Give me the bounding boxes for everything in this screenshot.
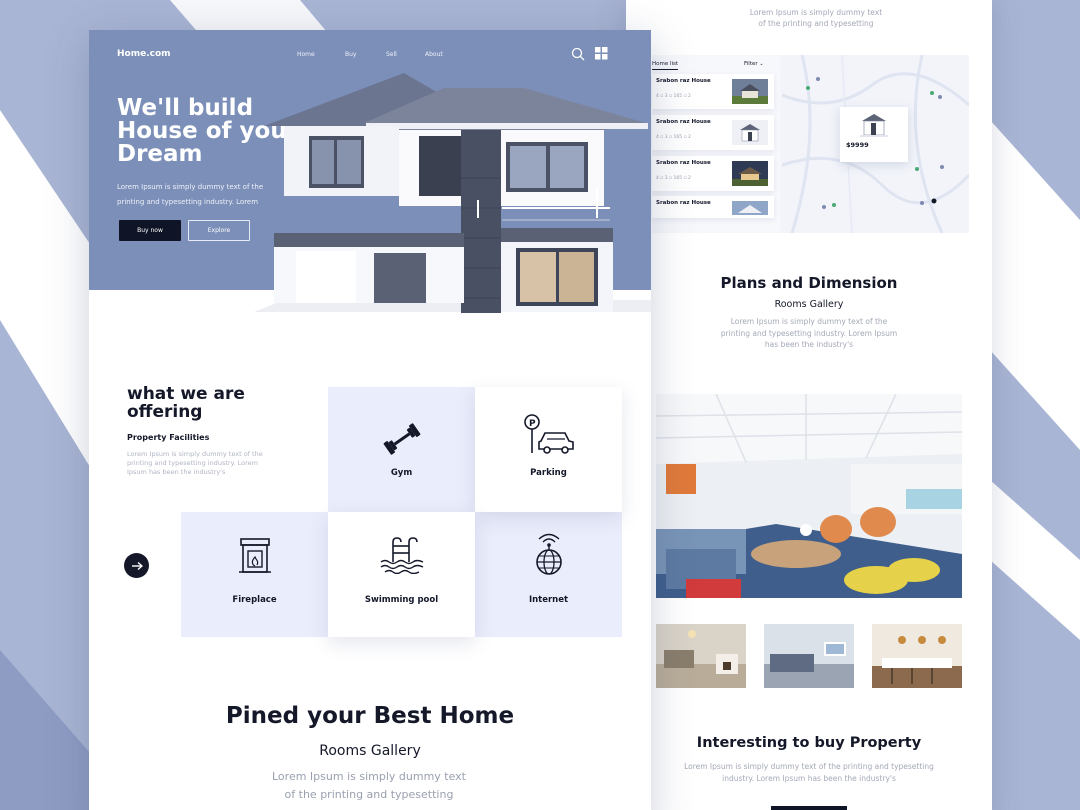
list-item[interactable]: Srabon raz House 4 ▫ 3 ▫ 165 ▫ 2 (652, 74, 774, 109)
nav-sell[interactable]: Sell (386, 51, 397, 58)
offering-title: what we are offering (127, 384, 245, 422)
list-item[interactable]: Srabon raz House (652, 196, 774, 218)
buy-property-button[interactable] (771, 806, 847, 810)
house-thumbnail (860, 114, 888, 137)
brand-logo[interactable]: Home.com (117, 49, 171, 59)
home-list-title: Home list (652, 61, 679, 70)
list-item-name: Srabon raz House (656, 119, 711, 125)
list-item-name: Srabon raz House (656, 200, 711, 206)
buy-section-description: Lorem Ipsum is simply dummy text of the … (684, 762, 934, 783)
facility-label: Internet (528, 595, 569, 605)
filter-label: Filter (744, 61, 758, 67)
map-card: Home list Filter ⌄ Srabon raz House 4 ▫ … (652, 55, 969, 233)
facility-label: Parking (530, 468, 567, 478)
list-item[interactable]: Srabon raz House 4 ▫ 3 ▫ 165 ▫ 2 (652, 156, 774, 191)
parking-car-icon: P (523, 414, 574, 454)
living-room-photo[interactable] (656, 394, 962, 598)
price-label: $9999 (846, 141, 869, 149)
buy-section-title: Interesting to buy Property (696, 735, 922, 751)
house-illustration (254, 73, 651, 313)
list-item-meta: 4 ▫ 3 ▫ 165 ▫ 2 (656, 94, 691, 99)
facility-tile-swimming-pool[interactable]: Swimming pool (328, 512, 475, 637)
left-page: Home.com Home Buy Sell About We'll build… (89, 30, 651, 810)
plans-description: Lorem Ipsum is simply dummy text of the … (720, 317, 898, 349)
facility-label: Fireplace (232, 595, 277, 605)
gallery-thumbnail[interactable] (872, 624, 962, 688)
home-list-panel: Home list Filter ⌄ Srabon raz House 4 ▫ … (652, 55, 780, 233)
nav-about[interactable]: About (425, 51, 443, 58)
list-item-name: Srabon raz House (656, 78, 711, 84)
house-thumbnail (732, 120, 768, 145)
search-icon[interactable] (571, 47, 585, 61)
list-item[interactable]: Srabon raz House 4 ▫ 3 ▫ 165 ▫ 2 (652, 115, 774, 150)
list-item-name: Srabon raz House (656, 160, 711, 166)
grid-menu-icon[interactable] (595, 47, 608, 60)
facility-label: Swimming pool (364, 595, 439, 605)
facility-tile-internet[interactable]: Internet (475, 512, 622, 637)
globe-wifi-icon (535, 533, 562, 575)
chevron-down-icon: ⌄ (759, 61, 764, 67)
offering-description: Lorem Ipsum is simply dummy text of the … (127, 450, 263, 476)
best-home-description: Lorem Ipsum is simply dummy text of the … (272, 770, 466, 801)
svg-text:P: P (529, 419, 536, 429)
best-home-subtitle: Rooms Gallery (319, 743, 421, 759)
plans-title: Plans and Dimension (720, 274, 898, 292)
house-thumbnail (732, 201, 768, 215)
facility-tile-gym[interactable]: Gym (328, 387, 475, 512)
list-item-meta: 4 ▫ 3 ▫ 165 ▫ 2 (656, 135, 691, 140)
map-popup-card[interactable]: $9999 (840, 107, 908, 162)
offering-subtitle: Property Facilities (127, 433, 210, 442)
list-item-meta: 4 ▫ 3 ▫ 165 ▫ 2 (656, 176, 691, 181)
right-page: Lorem Ipsum is simply dummy text of the … (626, 0, 992, 810)
gallery-thumbnail[interactable] (764, 624, 854, 688)
swimming-pool-icon (380, 537, 423, 574)
filter-dropdown[interactable]: Filter ⌄ (744, 61, 764, 67)
next-arrow-button[interactable] (124, 553, 149, 578)
nav-home[interactable]: Home (297, 51, 315, 58)
buy-now-button[interactable]: Buy now (119, 220, 181, 241)
house-thumbnail (732, 79, 768, 104)
explore-button[interactable]: Explore (188, 220, 250, 241)
arrow-right-icon (131, 561, 143, 570)
gallery-thumbnail[interactable] (656, 624, 746, 688)
nav-buy[interactable]: Buy (345, 51, 356, 58)
facility-label: Gym (390, 468, 413, 478)
plans-subtitle: Rooms Gallery (774, 299, 844, 310)
facility-tile-parking[interactable]: P Parking (475, 387, 622, 512)
fireplace-icon (238, 538, 271, 573)
house-thumbnail (732, 161, 768, 186)
top-description: Lorem Ipsum is simply dummy text of the … (749, 8, 883, 28)
best-home-title: Pined your Best Home (225, 703, 515, 729)
facility-tile-fireplace[interactable]: Fireplace (181, 512, 328, 637)
dumbbell-icon (383, 423, 420, 455)
